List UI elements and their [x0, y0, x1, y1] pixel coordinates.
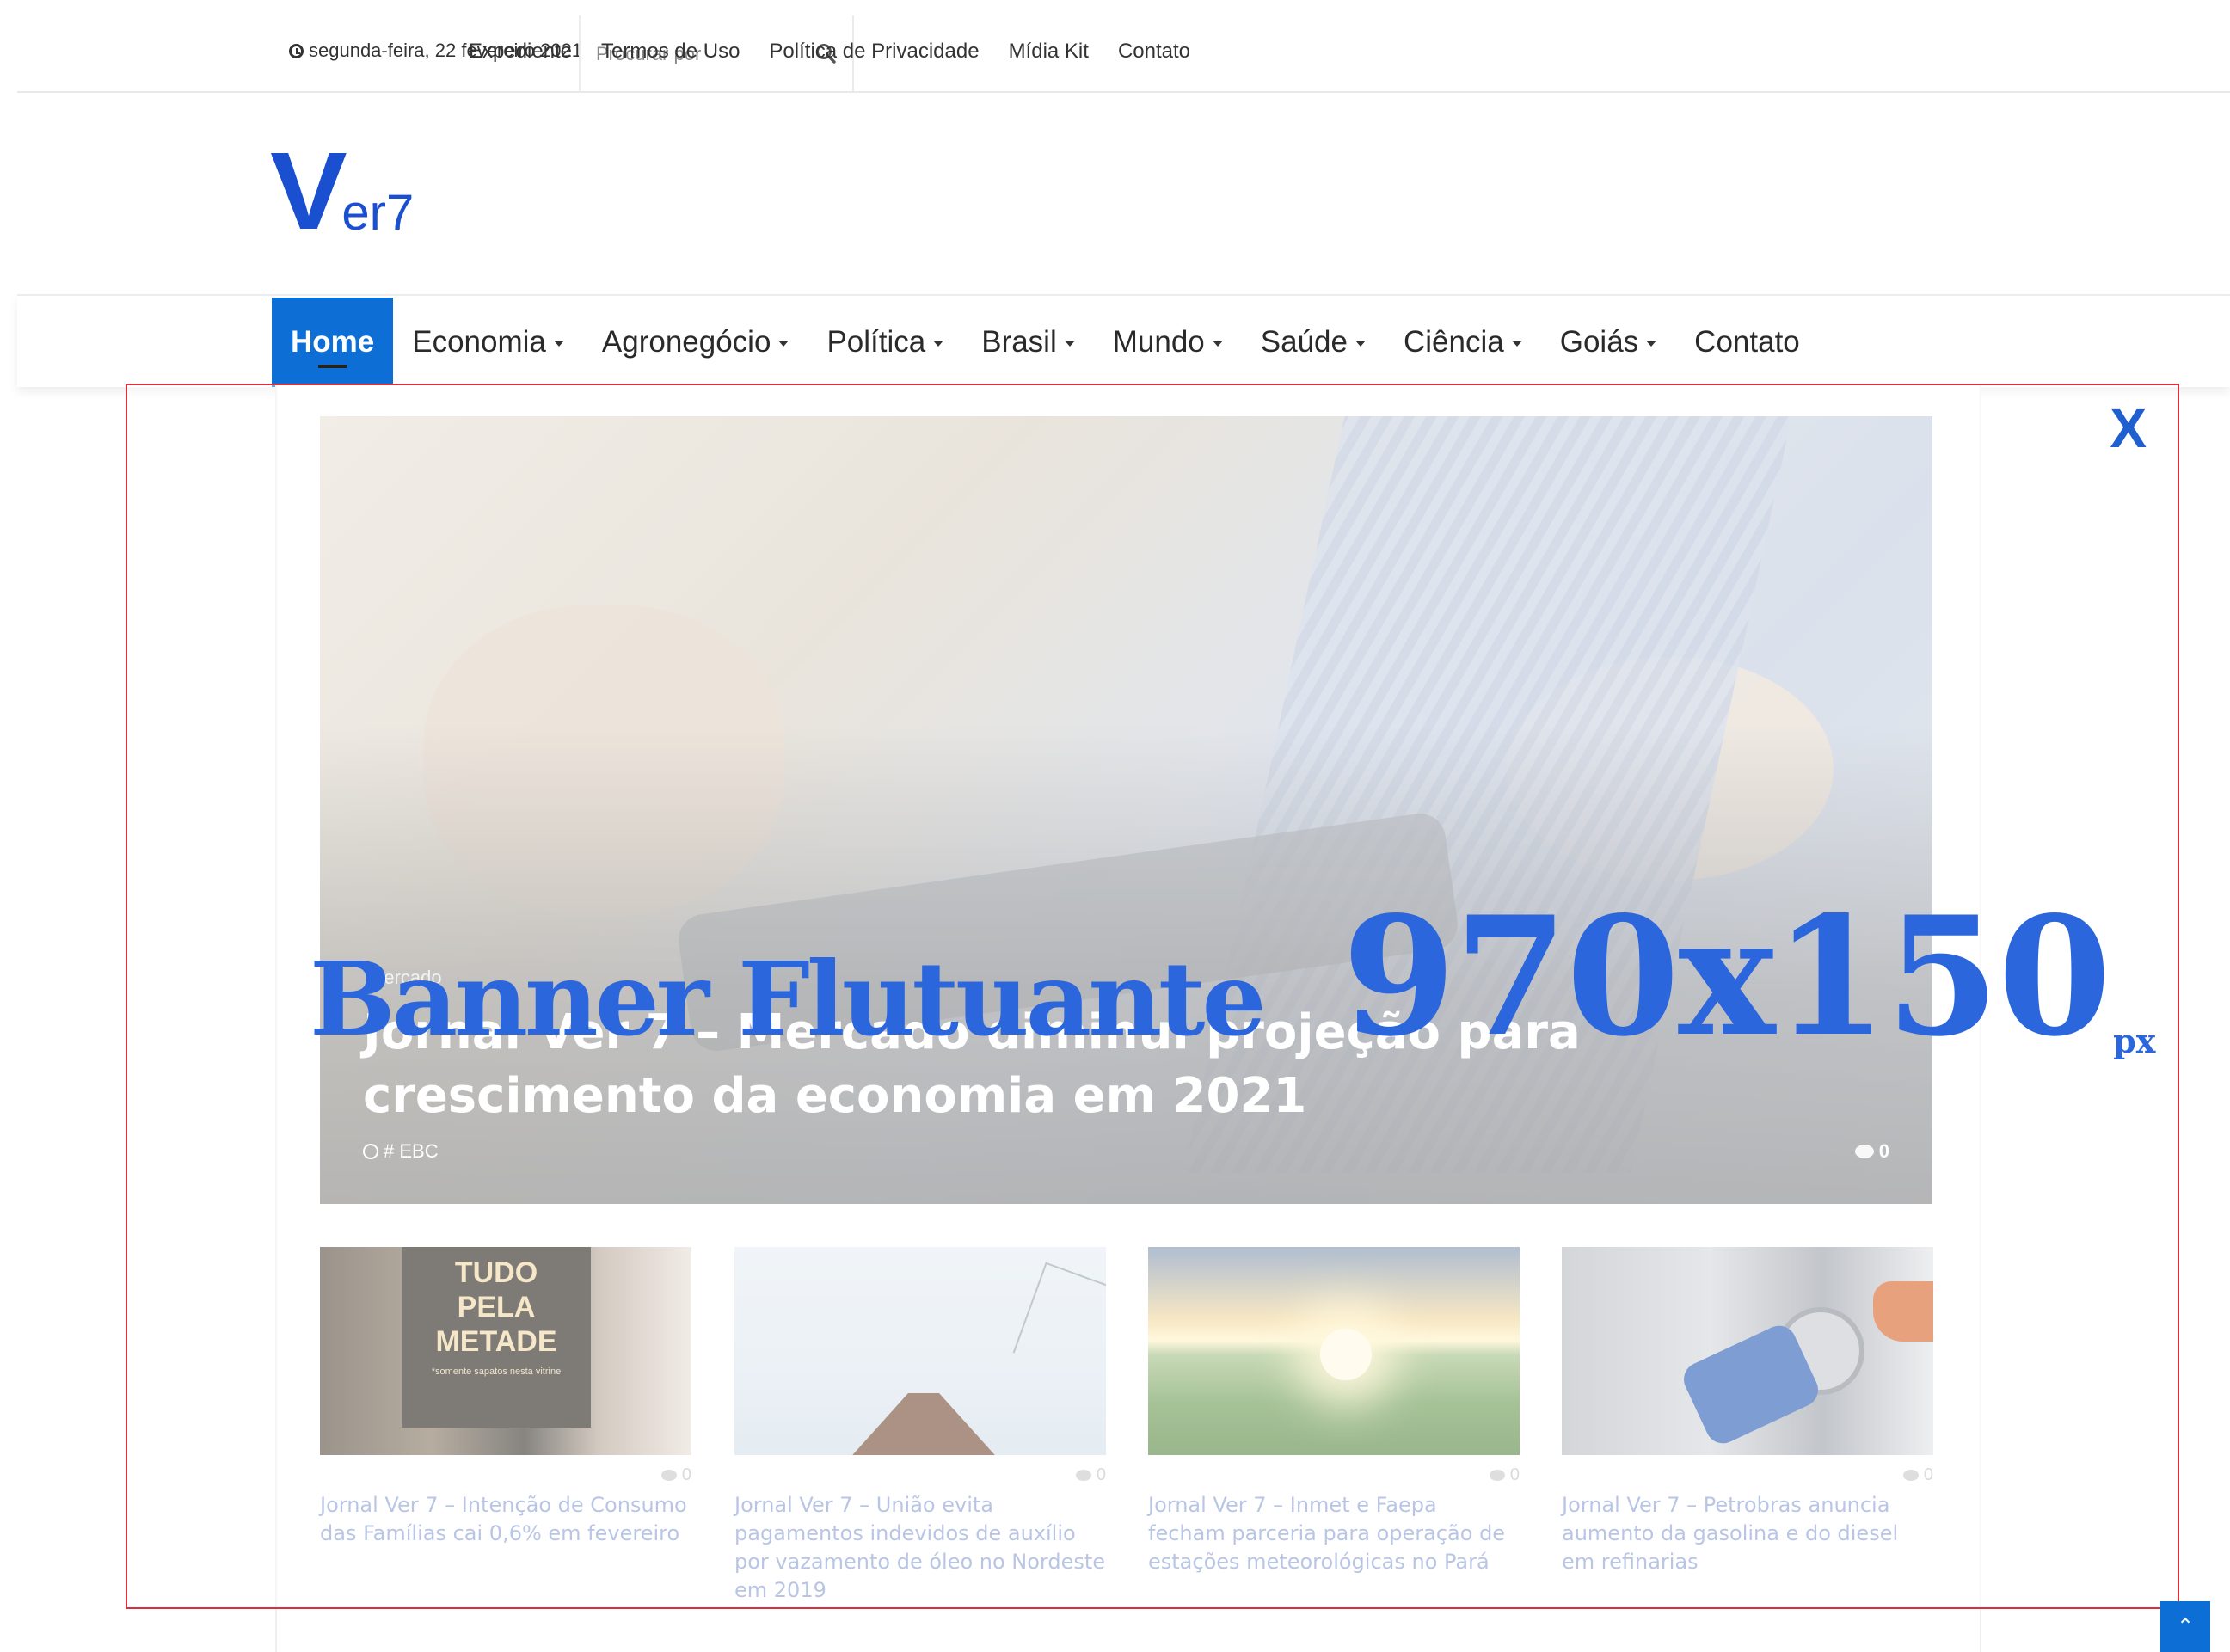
nav-item-economia[interactable]: Economia: [393, 298, 583, 387]
link-termos-de-uso[interactable]: Termos de Uso: [601, 40, 740, 64]
nav-label: Contato: [1694, 325, 1800, 359]
main-navbar: Home Economia Agronegócio Política Brasi…: [17, 294, 2230, 387]
link-midia-kit[interactable]: Mídia Kit: [1009, 40, 1089, 64]
nav-item-brasil[interactable]: Brasil: [962, 298, 1094, 387]
site-logo[interactable]: V er7: [270, 130, 415, 253]
banner-close-button[interactable]: X: [2110, 401, 2147, 456]
link-contato[interactable]: Contato: [1118, 40, 1190, 64]
nav-label: Goiás: [1559, 325, 1639, 359]
nav-item-politica[interactable]: Política: [808, 298, 962, 387]
nav-item-saude[interactable]: Saúde: [1242, 298, 1385, 387]
nav-item-agronegocio[interactable]: Agronegócio: [583, 298, 808, 387]
nav-label: Agronegócio: [601, 325, 771, 359]
nav-item-goias[interactable]: Goiás: [1541, 298, 1675, 387]
caret-down-icon: [1646, 341, 1657, 347]
nav-item-ciencia[interactable]: Ciência: [1385, 298, 1541, 387]
main-nav: Home Economia Agronegócio Política Brasi…: [272, 298, 1819, 387]
nav-label: Brasil: [981, 325, 1057, 359]
caret-down-icon: [1511, 341, 1522, 347]
banner-placeholder-text: Banner Flutuante 970x150 px: [310, 881, 2155, 1072]
banner-label: Banner Flutuante: [310, 939, 1267, 1059]
logo-text: er7: [341, 185, 415, 241]
back-to-top-button[interactable]: ⌃: [2160, 1601, 2210, 1652]
nav-item-contato[interactable]: Contato: [1675, 298, 1819, 387]
nav-label: Home: [291, 325, 375, 359]
banner-size: 970x150: [1342, 881, 2111, 1072]
nav-label: Política: [826, 325, 926, 359]
caret-down-icon: [778, 341, 789, 347]
caret-down-icon: [1355, 341, 1366, 347]
nav-item-mundo[interactable]: Mundo: [1094, 298, 1242, 387]
nav-label: Economia: [412, 325, 546, 359]
link-politica-de-privacidade[interactable]: Política de Privacidade: [769, 40, 979, 64]
clock-icon: [289, 43, 304, 58]
nav-label: Mundo: [1112, 325, 1205, 359]
nav-item-home[interactable]: Home: [272, 298, 394, 387]
caret-down-icon: [1212, 341, 1223, 347]
logo-letter: V: [270, 130, 347, 253]
caret-down-icon: [553, 341, 564, 347]
caret-down-icon: [933, 341, 944, 347]
caret-down-icon: [1064, 341, 1075, 347]
top-links: Expediente Termos de Uso Política de Pri…: [469, 40, 1190, 64]
banner-unit: px: [2113, 1022, 2156, 1060]
top-bar: segunda-feira, 22 fevereiro 2021 Expedie…: [17, 0, 2230, 93]
nav-label: Ciência: [1404, 325, 1504, 359]
chevron-up-icon: ⌃: [2176, 1615, 2195, 1638]
link-expediente[interactable]: Expediente: [469, 40, 572, 64]
nav-label: Saúde: [1260, 325, 1348, 359]
floating-banner[interactable]: X Banner Flutuante 970x150 px: [126, 384, 2179, 1609]
